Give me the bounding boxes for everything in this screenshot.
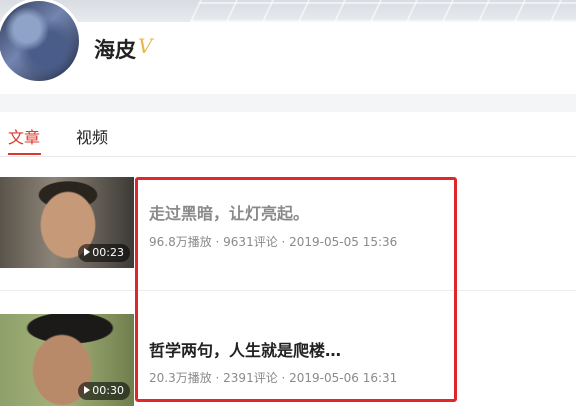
video-title[interactable]: 哲学两句，人生就是爬楼… [149, 337, 341, 361]
duration-badge: 00:30 [78, 382, 130, 400]
cover-banner [0, 0, 576, 22]
video-thumbnail[interactable]: 00:23 [0, 177, 134, 268]
section-divider [0, 94, 576, 112]
duration-badge: 00:23 [78, 244, 130, 262]
play-icon [84, 386, 91, 394]
duration-text: 00:30 [92, 384, 124, 397]
avatar[interactable] [0, 0, 82, 84]
video-thumbnail[interactable]: 00:30 [0, 314, 134, 406]
profile-header: 海皮 V [0, 0, 576, 94]
duration-text: 00:23 [92, 246, 124, 259]
play-icon [84, 248, 91, 256]
tab-bar: 文章 视频 [0, 112, 576, 157]
active-tab-indicator [8, 153, 41, 155]
video-meta: 96.8万播放 · 9631评论 · 2019-05-05 15:36 [149, 235, 398, 249]
verified-badge-icon: V [138, 34, 153, 58]
list-divider [0, 290, 576, 291]
video-meta: 20.3万播放 · 2391评论 · 2019-05-06 16:31 [149, 371, 398, 385]
tab-articles[interactable]: 文章 [8, 124, 40, 148]
profile-name: 海皮 [94, 38, 136, 62]
tab-videos[interactable]: 视频 [76, 124, 108, 148]
video-title[interactable]: 走过黑暗，让灯亮起。 [149, 200, 309, 224]
